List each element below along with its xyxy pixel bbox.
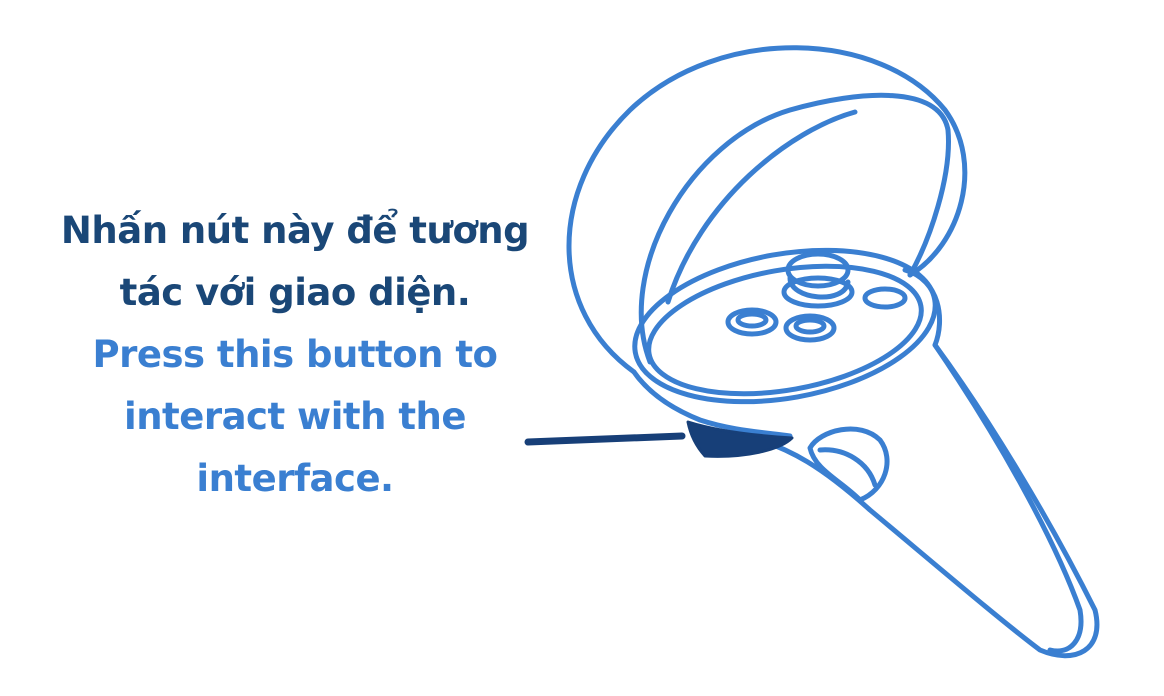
grip-trigger-inner <box>817 447 878 488</box>
face-button-a-inner <box>735 311 769 329</box>
callout-line <box>524 432 686 446</box>
face-button-b-inner <box>793 317 827 335</box>
grip-trigger-icon <box>807 426 890 503</box>
grip-inner-line <box>932 342 1084 654</box>
vr-controller-illustration <box>524 45 1100 659</box>
menu-button-icon <box>862 286 908 310</box>
tracking-ring-inner-icon <box>638 92 951 365</box>
